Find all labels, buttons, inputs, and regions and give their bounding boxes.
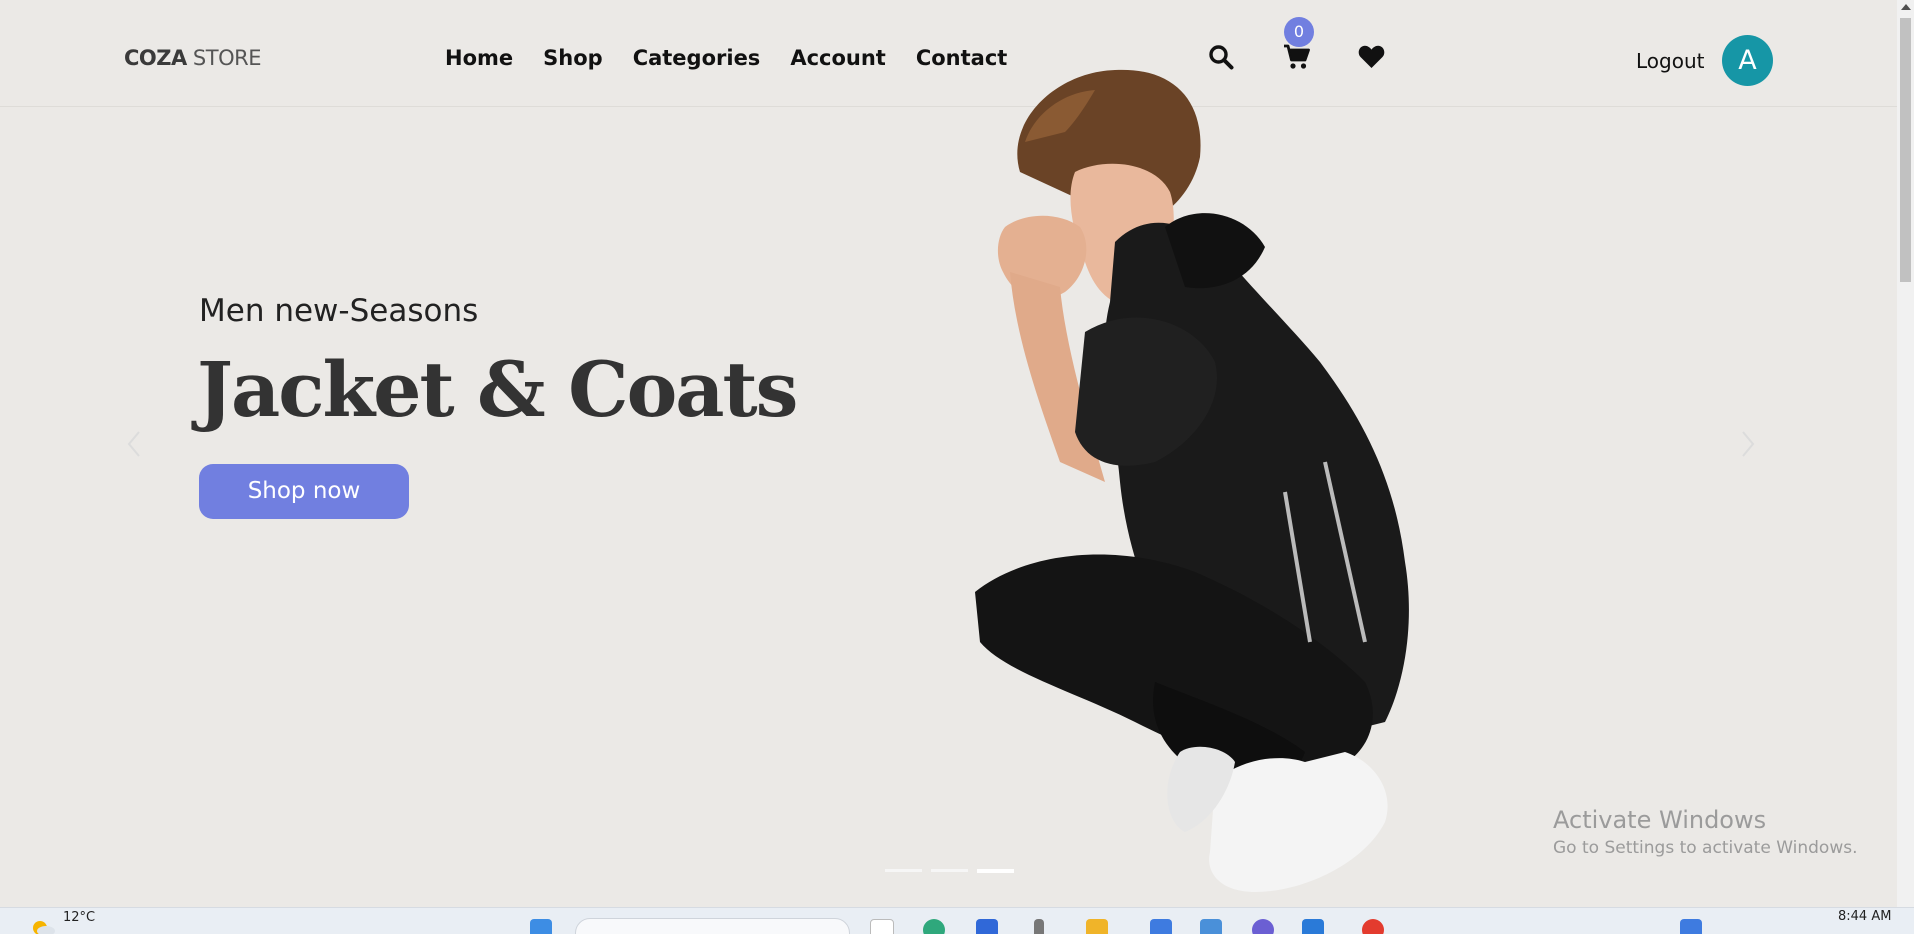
teams-icon[interactable] <box>1252 919 1274 934</box>
site-header: COZA STORE Home Shop Categories Account … <box>0 0 1897 107</box>
hero-title: Jacket & Coats <box>197 345 798 434</box>
watermark-line1: Activate Windows <box>1553 806 1767 834</box>
scroll-thumb[interactable] <box>1900 18 1911 282</box>
folder-icon[interactable] <box>1086 919 1108 934</box>
hero-subtitle: Men new-Seasons <box>199 293 479 329</box>
user-avatar[interactable]: A <box>1722 35 1773 86</box>
page-scrollbar[interactable] <box>1897 0 1914 907</box>
slider-dot-active[interactable] <box>977 868 1014 873</box>
scroll-up-icon[interactable] <box>1901 4 1911 10</box>
slider-dot[interactable] <box>885 869 922 872</box>
logo-rest-text: STORE <box>186 46 262 70</box>
taskbar-search-box[interactable] <box>575 918 850 934</box>
edge-icon[interactable] <box>923 919 945 934</box>
windows-taskbar: 12°C 8:44 AM <box>0 907 1914 934</box>
nav-categories[interactable]: Categories <box>633 46 761 70</box>
taskbar-clock: 8:44 AM <box>1838 909 1892 924</box>
site-logo[interactable]: COZA STORE <box>124 46 261 70</box>
slider-dots <box>885 868 1014 873</box>
nav-home[interactable]: Home <box>445 46 513 70</box>
weather-icon[interactable] <box>28 916 56 934</box>
app-icon[interactable] <box>1200 919 1222 934</box>
nav-shop[interactable]: Shop <box>543 46 603 70</box>
widget-icon[interactable] <box>1034 919 1044 934</box>
start-icon[interactable] <box>530 919 552 934</box>
nav-account[interactable]: Account <box>790 46 886 70</box>
store-icon[interactable] <box>1150 919 1172 934</box>
slider-dot[interactable] <box>931 869 968 872</box>
weather-temperature: 12°C <box>63 910 96 925</box>
watermark-line2: Go to Settings to activate Windows. <box>1553 838 1858 858</box>
slider-next-icon[interactable] <box>1740 430 1756 462</box>
chrome-icon[interactable] <box>1362 919 1384 934</box>
logout-link[interactable]: Logout <box>1636 49 1704 73</box>
shop-now-button[interactable]: Shop now <box>199 464 409 519</box>
hero-model-image <box>975 69 1409 892</box>
cart-count-badge: 0 <box>1284 17 1314 47</box>
windows-activation-watermark: Activate Windows Go to Settings to activ… <box>1553 806 1858 858</box>
tray-icon[interactable] <box>1680 919 1702 934</box>
vscode-icon[interactable] <box>1302 919 1324 934</box>
slider-prev-icon[interactable] <box>126 430 142 462</box>
logo-bold-text: COZA <box>124 46 187 70</box>
file-icon[interactable] <box>870 919 894 934</box>
main-nav: Home Shop Categories Account Contact <box>445 46 1037 70</box>
copilot-icon[interactable] <box>976 919 998 934</box>
